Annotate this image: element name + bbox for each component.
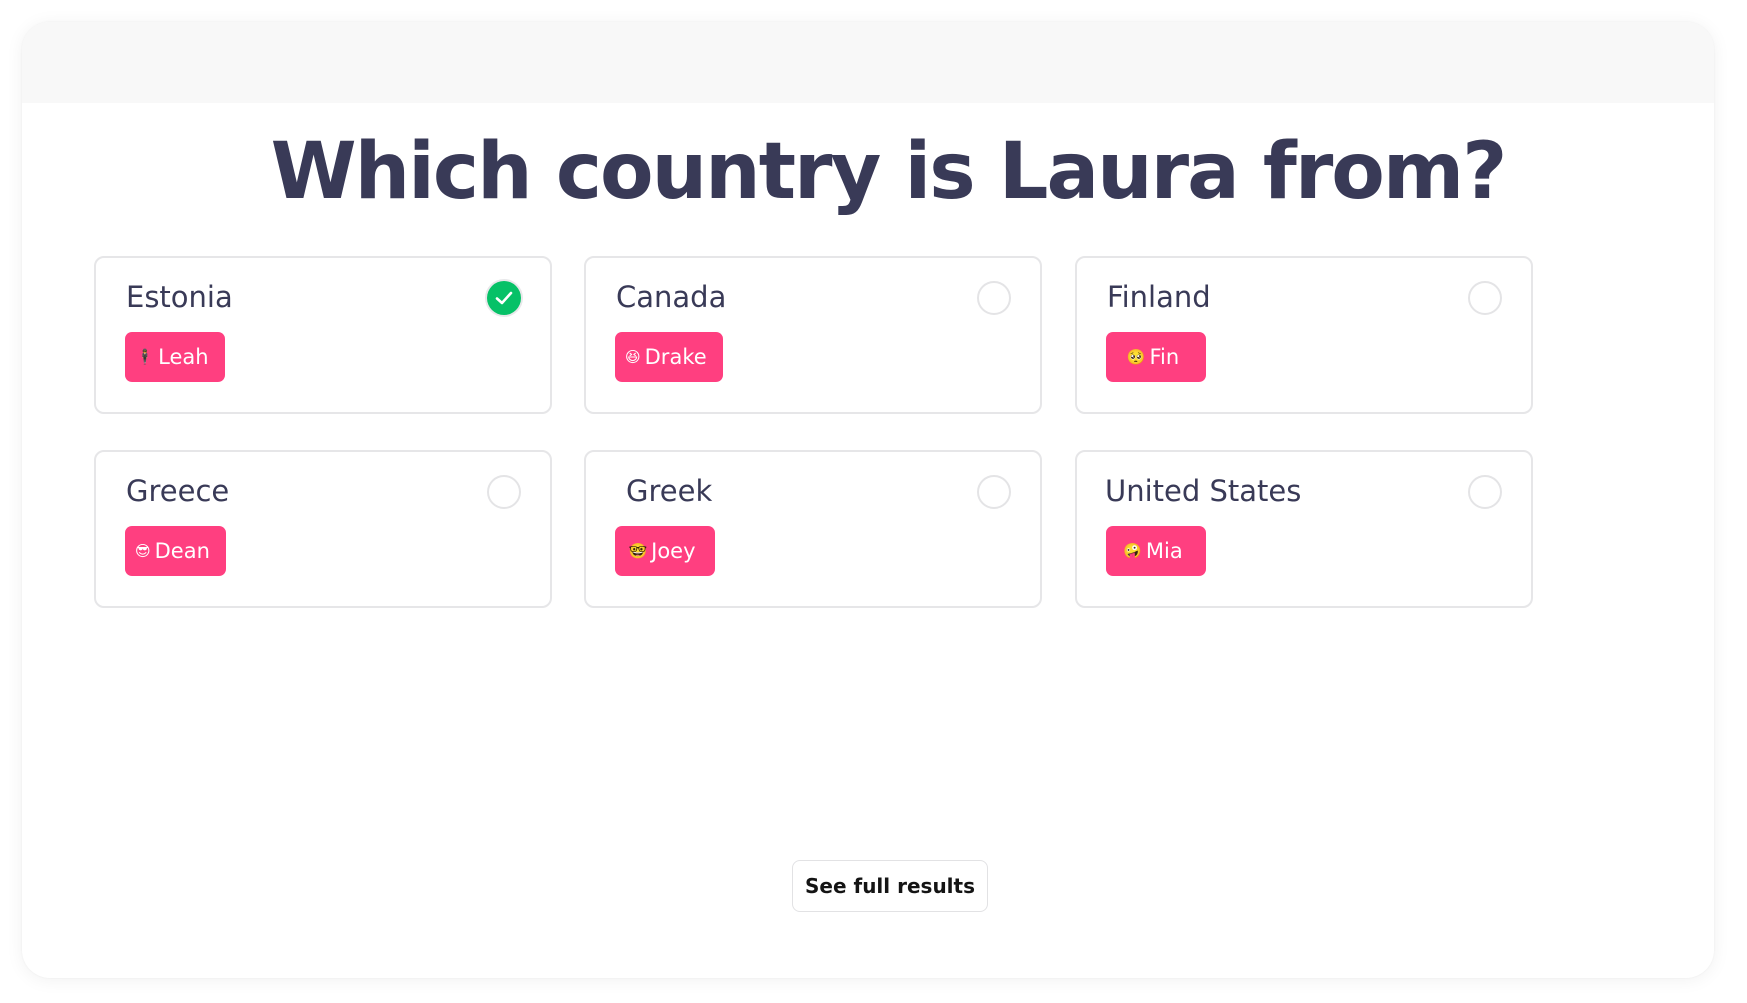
top-bar	[22, 22, 1714, 103]
answer-name: Dean	[154, 539, 210, 563]
person-emoji-icon: 🕴	[135, 347, 155, 366]
radio-circle-icon[interactable]	[977, 281, 1011, 315]
option-label: United States	[1105, 474, 1302, 508]
answer-tag: 🤓 Joey	[615, 526, 715, 576]
question-title: Which country is Laura from?	[270, 127, 1508, 217]
option-label: Finland	[1107, 280, 1211, 314]
option-label: Canada	[616, 280, 727, 314]
option-card-greece[interactable]: Greece 😎 Dean	[94, 450, 552, 608]
option-label: Estonia	[126, 280, 233, 314]
option-card-canada[interactable]: Canada 😆 Drake	[584, 256, 1042, 414]
answer-tag: 🤪 Mia	[1106, 526, 1206, 576]
option-label: Greek	[626, 474, 713, 508]
answer-tag: 🥺 Fin	[1106, 332, 1206, 382]
answer-name: Fin	[1149, 345, 1180, 369]
see-full-results-button[interactable]: See full results	[792, 860, 988, 912]
option-label: Greece	[126, 474, 230, 508]
option-card-united-states[interactable]: United States 🤪 Mia	[1075, 450, 1533, 608]
pleading-emoji-icon: 🥺	[1126, 347, 1146, 366]
sunglasses-emoji-icon: 😎	[135, 541, 151, 560]
quiz-panel: Which country is Laura from? Estonia 🕴 L…	[22, 22, 1714, 978]
answer-tag: 🕴 Leah	[125, 332, 225, 382]
nerd-emoji-icon: 🤓	[628, 541, 648, 560]
option-card-estonia[interactable]: Estonia 🕴 Leah	[94, 256, 552, 414]
radio-circle-icon[interactable]	[487, 475, 521, 509]
option-card-finland[interactable]: Finland 🥺 Fin	[1075, 256, 1533, 414]
radio-circle-icon[interactable]	[977, 475, 1011, 509]
answer-name: Joey	[651, 539, 696, 563]
zany-emoji-icon: 🤪	[1123, 541, 1142, 560]
answer-tag: 😆 Drake	[615, 332, 723, 382]
radio-circle-icon[interactable]	[1468, 475, 1502, 509]
radio-circle-icon[interactable]	[1468, 281, 1502, 315]
answer-tag: 😎 Dean	[125, 526, 226, 576]
laughing-emoji-icon: 😆	[625, 347, 641, 366]
answer-name: Drake	[644, 345, 707, 369]
answer-name: Leah	[158, 345, 209, 369]
check-icon[interactable]	[487, 281, 521, 315]
answer-name: Mia	[1145, 539, 1183, 563]
option-card-greek[interactable]: Greek 🤓 Joey	[584, 450, 1042, 608]
